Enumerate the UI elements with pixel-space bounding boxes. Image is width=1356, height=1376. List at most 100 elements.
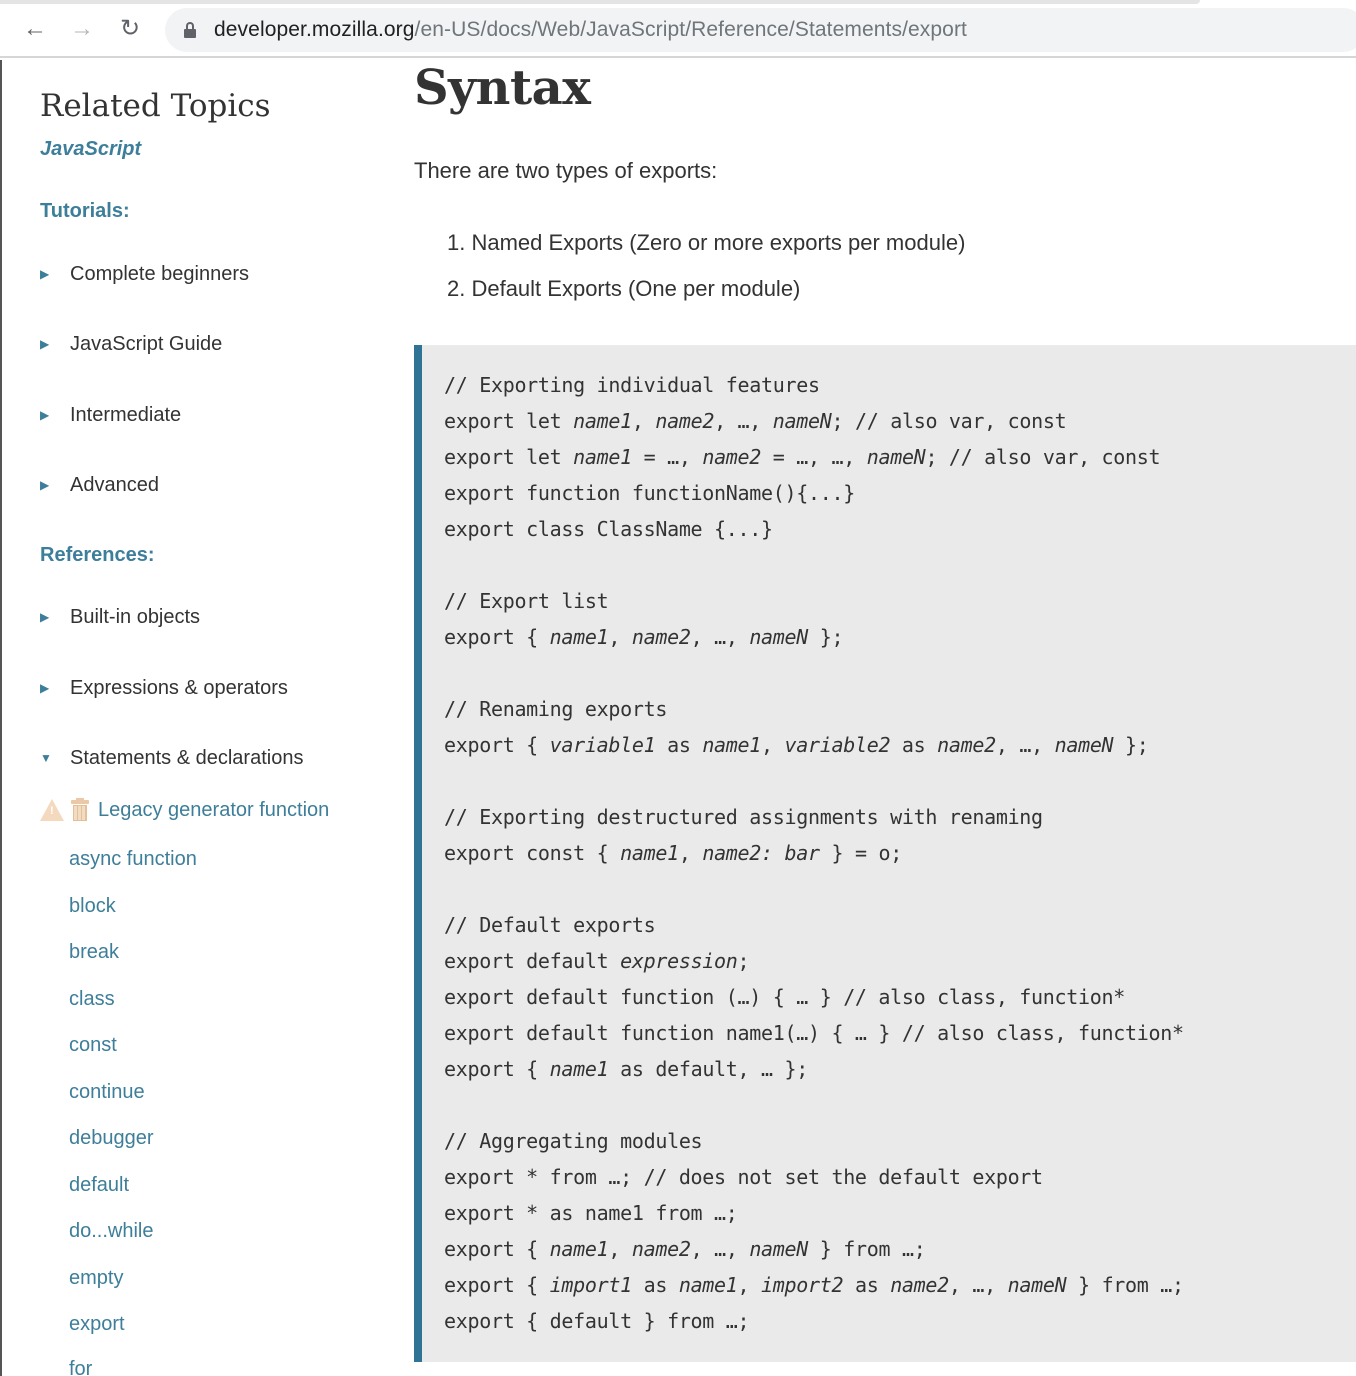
code-text: , [608,1237,632,1261]
code-text: } from …; [1066,1273,1184,1297]
url-host: developer.mozilla.org [214,18,415,41]
code-text: // Export list [444,589,609,613]
code-text: , …, [995,733,1055,757]
code-text: , …, [690,625,750,649]
arrow-left-icon: ← [23,15,47,42]
code-line: // Exporting individual features [444,367,1356,403]
code-placeholder: name1 [549,625,609,649]
code-line: export class ClassName {...} [444,511,1356,547]
code-line: export default expression; [444,943,1356,979]
code-line: // Aggregating modules [444,1123,1356,1159]
code-text: export * from …; // does not set the def… [444,1165,1043,1189]
sidebar-link-for[interactable]: for [69,1358,92,1376]
reload-button[interactable]: ↻ [115,14,145,44]
code-text: // Exporting individual features [444,373,820,397]
code-placeholder: expression [620,949,738,973]
sidebar-link-const[interactable]: const [69,1034,117,1057]
code-placeholder: nameN [866,445,926,469]
code-text: export { [444,1057,550,1081]
code-placeholder: name1 [573,445,632,469]
code-text: export { [444,1237,550,1261]
sidebar-item-label: Complete beginners [70,262,249,285]
sidebar-item-advanced[interactable]: ▶ Advanced [40,471,159,499]
sidebar-link-export[interactable]: export [69,1313,125,1336]
code-text: }; [1113,733,1149,757]
sidebar-item-expressions-operators[interactable]: ▶ Expressions & operators [40,674,288,702]
arrow-right-icon: → [70,15,94,42]
export-types-list: 1. Named Exports (Zero or more exports p… [447,230,965,322]
sidebar: Related Topics JavaScript Tutorials: ▶ Co… [0,60,395,1376]
sidebar-item-statements-declarations[interactable]: ▼ Statements & declarations [40,744,303,772]
code-placeholder: name2 [655,409,715,433]
sidebar-link-debugger[interactable]: debugger [69,1127,154,1150]
syntax-code-block[interactable]: // Exporting individual features export l… [414,345,1356,1362]
sidebar-link-break[interactable]: break [69,941,119,964]
code-text: as [890,733,938,757]
caret-right-icon: ▶ [40,267,50,281]
related-topics-title: Related Topics [40,88,271,124]
sidebar-link-empty[interactable]: empty [69,1267,123,1290]
main-content: Syntax There are two types of exports: 1… [414,60,1356,1376]
caret-down-icon: ▼ [40,751,52,765]
lock-icon[interactable] [183,21,197,39]
code-placeholder: import1 [549,1273,632,1297]
forward-button[interactable]: → [67,14,97,44]
caret-right-icon: ▶ [40,337,50,351]
sidebar-item-built-in-objects[interactable]: ▶ Built-in objects [40,603,200,631]
code-line: export * from …; // does not set the def… [444,1159,1356,1195]
sidebar-link-do-while[interactable]: do...while [69,1220,154,1243]
code-placeholder: nameN [749,625,809,649]
sidebar-link-block[interactable]: block [69,895,116,918]
code-line: export default function (…) { … } // als… [444,979,1356,1015]
references-heading: References: [40,544,155,566]
sidebar-item-javascript-guide[interactable]: ▶ JavaScript Guide [40,330,222,358]
code-text: , [761,733,785,757]
code-text: , …, [714,409,773,433]
code-placeholder: name1 [549,1057,609,1081]
code-line: export { variable1 as name1, variable2 a… [444,727,1356,763]
section-heading-syntax: Syntax [414,60,591,116]
sidebar-link-class[interactable]: class [69,988,115,1011]
tab-strip-edge [0,0,1200,4]
sidebar-item-complete-beginners[interactable]: ▶ Complete beginners [40,260,249,288]
code-text: export const { [444,841,621,865]
code-line: export { name1, name2, …, nameN }; [444,619,1356,655]
code-placeholder: nameN [1007,1273,1067,1297]
caret-right-icon: ▶ [40,681,50,695]
code-line: // Export list [444,583,1356,619]
code-line: export const { name1, name2: bar } = o; [444,835,1356,871]
code-line: export default function name1(…) { … } /… [444,1015,1356,1051]
code-text: , [737,1273,762,1297]
code-placeholder: name2: bar [702,841,820,865]
url-text[interactable]: developer.mozilla.org/en-US/docs/Web/Jav… [214,18,967,42]
code-text: as [843,1273,891,1297]
code-text: ; [737,949,750,973]
sidebar-item-label: Built-in objects [70,605,201,628]
code-placeholder: nameN [1054,733,1114,757]
sidebar-item-legacy-generator-function[interactable]: Legacy generator function [40,798,329,822]
code-text: export let [444,409,574,433]
sidebar-link-async-function[interactable]: async function [69,848,197,871]
sidebar-link-javascript[interactable]: JavaScript [40,138,141,161]
code-line: export let name1, name2, …, nameN; // al… [444,403,1356,439]
code-line: export let name1 = …, name2 = …, …, name… [444,439,1356,475]
caret-right-icon: ▶ [40,408,50,422]
code-line: export { name1 as default, … }; [444,1051,1356,1087]
code-line: export { import1 as name1, import2 as na… [444,1267,1356,1303]
sidebar-item-intermediate[interactable]: ▶ Intermediate [40,401,181,429]
sidebar-link-default[interactable]: default [69,1174,129,1197]
code-placeholder: name2 [702,445,762,469]
code-line: export { name1, name2, …, nameN } from …… [444,1231,1356,1267]
code-text: export function functionName(){...} [444,481,855,505]
code-text: as [655,733,703,757]
code-placeholder: name2 [631,625,691,649]
code-text: = …, [631,445,703,469]
address-bar[interactable]: developer.mozilla.org/en-US/docs/Web/Jav… [165,8,1356,52]
sidebar-link-continue[interactable]: continue [69,1081,145,1104]
caret-right-icon: ▶ [40,478,50,492]
back-button[interactable]: ← [20,14,50,44]
